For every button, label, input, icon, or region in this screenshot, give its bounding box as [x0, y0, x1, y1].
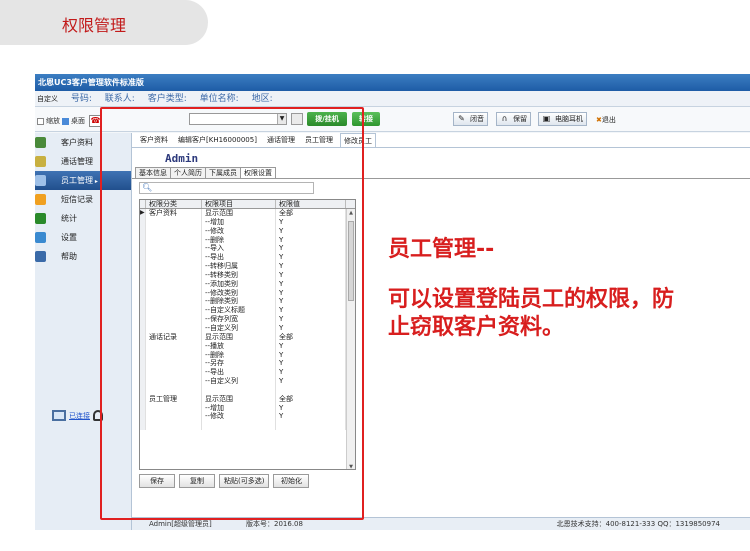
- sidebar-item-label: 通话管理: [61, 157, 93, 166]
- caller-info-bar: 自定义 号码: 联系人: 客户类型: 单位名称: 地区:: [35, 91, 750, 107]
- desktop-checkbox[interactable]: [62, 117, 69, 125]
- region-label: 地区:: [251, 94, 273, 104]
- hold-button[interactable]: ∩ 保留: [496, 112, 531, 126]
- mute-button[interactable]: ✎ 闭音: [453, 112, 488, 126]
- status-support: 北恩技术支持：400-8121-333 QQ：1319850974: [556, 520, 720, 528]
- sidebar-item-label: 统计: [61, 214, 77, 223]
- computer-icon: [52, 410, 66, 421]
- shrink-checkbox[interactable]: [37, 117, 44, 125]
- settings-icon: [35, 232, 46, 243]
- company-name-label: 单位名称:: [199, 94, 239, 104]
- sms-icon: [35, 194, 46, 205]
- highlight-frame: [100, 107, 364, 520]
- call-icon: [35, 156, 46, 167]
- mute-icon: ✎: [458, 114, 465, 123]
- custom-label[interactable]: 自定义: [37, 95, 58, 103]
- mute-label: 闭音: [470, 115, 484, 123]
- app-title-bar: 北恩UC3客户管理软件标准版: [35, 74, 750, 91]
- sidebar-item-label: 员工管理: [61, 176, 98, 185]
- sidebar-item-label: 帮助: [61, 252, 77, 261]
- sidebar-item-label: 设置: [61, 233, 77, 242]
- pc-headset-button[interactable]: ▣ 电脑耳机: [538, 112, 587, 126]
- desktop-label: 桌面: [71, 117, 85, 125]
- help-icon: [35, 251, 46, 262]
- connection-link[interactable]: 已连接: [69, 411, 90, 421]
- exit-label: 退出: [601, 116, 616, 124]
- shrink-label: 缩放: [46, 117, 60, 125]
- toolbar-left-group: 缩放 桌面 ☎: [37, 115, 102, 127]
- connection-status: 已连接: [52, 410, 103, 421]
- customer-type-label: 客户类型:: [147, 94, 187, 104]
- page-section-title: 权限管理: [62, 16, 127, 35]
- annotation-body: 可以设置登陆员工的权限，防止窃取客户资料。: [388, 287, 675, 340]
- contact-label: 联系人:: [104, 94, 135, 104]
- page-section-tab: 权限管理: [0, 0, 208, 45]
- hold-label: 保留: [513, 115, 527, 123]
- computer-icon: ▣: [542, 114, 551, 123]
- stats-icon: [35, 213, 46, 224]
- exit-button[interactable]: ✖退出: [596, 115, 616, 125]
- number-label: 号码:: [70, 94, 92, 104]
- headset-label: 电脑耳机: [555, 115, 583, 123]
- headphone-icon: ∩: [501, 114, 508, 123]
- annotation-title: 员工管理--: [388, 237, 495, 262]
- sidebar-item-label: 短信记录: [61, 195, 93, 204]
- staff-icon: [35, 175, 46, 186]
- customer-icon: [35, 137, 46, 148]
- sidebar-item-label: 客户资料: [61, 138, 93, 147]
